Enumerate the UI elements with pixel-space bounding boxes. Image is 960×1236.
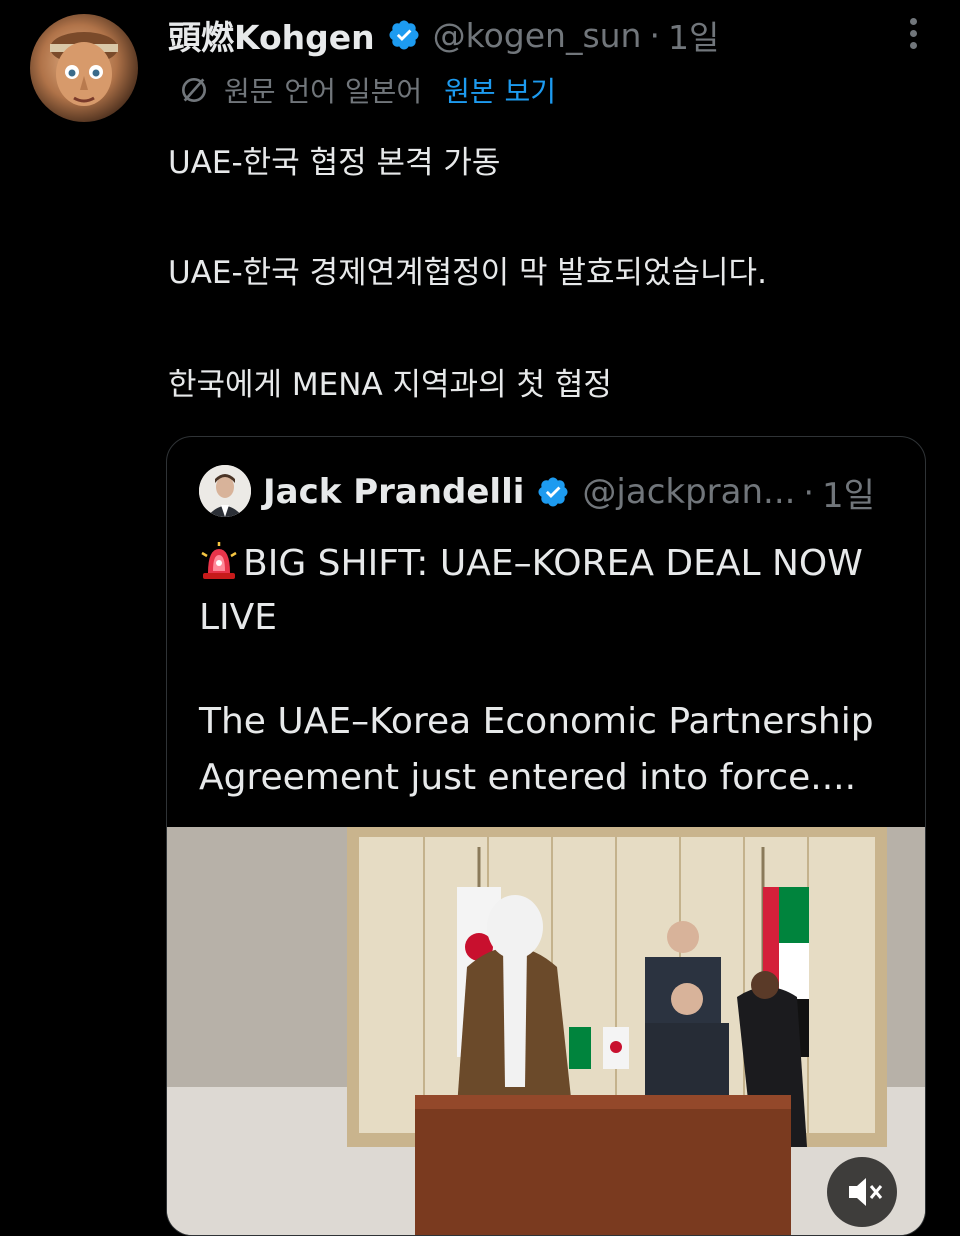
show-original-link[interactable]: 원본 보기 — [444, 70, 556, 110]
tweet-timestamp[interactable]: 1일 — [668, 11, 719, 59]
translate-icon — [182, 78, 206, 102]
author-avatar[interactable] — [30, 14, 138, 122]
mute-icon — [849, 1178, 883, 1206]
quoted-tweet-timestamp[interactable]: 1일 — [822, 468, 875, 517]
quoted-tweet-header: Jack Prandelli @jackpran... · 1일 — [263, 468, 875, 517]
quoted-text-line-3: The UAE–Korea Economic Partnership — [199, 701, 874, 742]
tweet-header: 頭燃Kohgen @kogen_sun · 1일 — [168, 12, 719, 58]
quoted-author-handle[interactable]: @jackpran... — [582, 472, 795, 512]
quoted-text-line-1: BIG SHIFT: UAE–KOREA DEAL NOW — [199, 541, 863, 584]
verified-badge-icon — [538, 477, 568, 507]
verified-badge-icon — [389, 20, 419, 50]
quoted-text-headline: BIG SHIFT: UAE–KOREA DEAL NOW — [243, 543, 863, 584]
quoted-text-line-2: LIVE — [199, 597, 278, 638]
tweet-text-line-1: UAE-한국 협정 본격 가동 — [168, 145, 501, 181]
tweet-text-line-3: 한국에게 MENA 지역과의 첫 협정 — [168, 367, 612, 403]
source-language-label: 원문 언어 일본어 — [224, 75, 423, 108]
quoted-header-separator: · — [803, 472, 814, 512]
author-handle[interactable]: @kogen_sun — [433, 16, 642, 55]
tweet-text-line-2: UAE-한국 경제연계협정이 막 발효되었습니다. — [168, 255, 767, 291]
quoted-tweet-card[interactable]: Jack Prandelli @jackpran... · 1일 BIG SHI… — [166, 436, 926, 1236]
header-separator: · — [649, 15, 660, 55]
translation-bar: 원문 언어 일본어 원본 보기 — [178, 70, 556, 110]
mute-button[interactable] — [827, 1157, 897, 1227]
more-options-icon[interactable] — [906, 18, 920, 54]
quoted-text-line-4: Agreement just entered into force.... — [199, 757, 857, 798]
quoted-media-video[interactable] — [167, 827, 925, 1235]
quoted-author-avatar — [199, 465, 251, 517]
author-display-name[interactable]: 頭燃Kohgen — [168, 11, 375, 59]
quoted-author-display-name[interactable]: Jack Prandelli — [263, 472, 524, 512]
siren-emoji-icon — [201, 542, 237, 579]
